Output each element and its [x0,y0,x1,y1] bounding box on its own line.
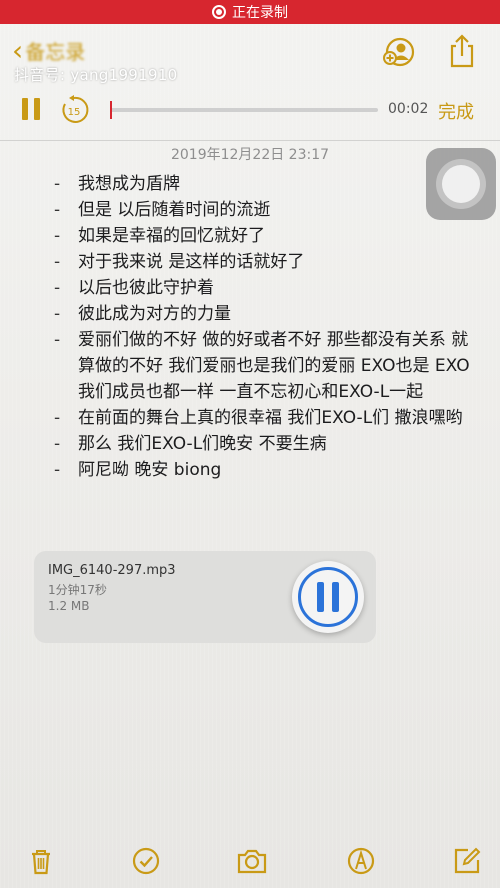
trash-icon [32,850,50,875]
progress-track[interactable] [110,108,378,112]
list-item[interactable]: - 如果是幸福的回忆就好了 [50,223,470,249]
markup-button[interactable] [346,846,376,876]
chevron-left-icon: ‹ [12,33,24,67]
list-item-text: 对于我来说 是这样的话就好了 [78,252,305,272]
attachment-filename: IMG_6140-297.mp3 [48,563,176,578]
list-item-text: 以后也彼此守护着 [78,278,214,298]
list-item-text: 那么 我们EXO-L们晚安 不要生病 [78,434,327,454]
list-item-text: 彼此成为对方的力量 [78,304,231,324]
navigation-bar: ‹ 备忘录 抖音号: yang1991910 [0,28,500,84]
markup-icon [347,847,375,875]
back-label: 备忘录 [25,40,86,64]
pause-button[interactable] [22,98,42,120]
skip-back-15-button[interactable]: 15 [58,94,90,126]
bottom-toolbar [0,838,500,888]
attachment-size: 1.2 MB [48,599,90,613]
compose-button[interactable] [452,846,482,876]
list-item[interactable]: - 以后也彼此守护着 [50,275,470,301]
recording-status-bar[interactable]: 正在录制 [0,0,500,24]
skip-seconds: 15 [68,107,81,118]
list-item-text: 阿尼呦 晚安 biong [78,460,222,480]
pause-bar [34,98,40,120]
back-button[interactable]: ‹ 备忘录 [12,36,85,65]
audio-attachment[interactable]: IMG_6140-297.mp3 1分钟17秒 1.2 MB [34,551,376,643]
note-date: 2019年12月22日 23:17 [170,147,330,163]
recording-player: 15 00:02 完成 [0,92,500,132]
list-item[interactable]: - 对于我来说 是这样的话就好了 [50,249,470,275]
elapsed-time: 00:02 [388,101,429,117]
playhead[interactable] [110,101,112,119]
camera-icon [237,849,267,874]
done-button[interactable]: 完成 [438,98,474,124]
pause-icon [298,567,358,627]
note-body[interactable]: - 我想成为盾牌 - 但是 以后随着时间的流逝 - 如果是幸福的回忆就好了 - 对于我来… [50,171,470,483]
camera-button[interactable] [236,846,267,876]
delete-button[interactable] [26,846,56,876]
attachment-pause-button[interactable] [292,561,364,633]
list-item-text: 在前面的舞台上真的很幸福 我们EXO-L们 撒浪嘿哟 [78,408,463,428]
checklist-icon [132,847,160,875]
list-item[interactable]: - 我想成为盾牌 [50,171,470,197]
compose-icon [454,847,481,874]
list-item[interactable]: - 阿尼呦 晚安 biong [50,457,470,483]
add-people-button[interactable] [382,36,416,68]
list-item[interactable]: - 彼此成为对方的力量 [50,301,470,327]
list-item-text: 但是 以后随着时间的流逝 [78,200,271,220]
skip-back-icon: 15 [62,95,89,123]
list-item[interactable]: - 但是 以后随着时间的流逝 [50,197,470,223]
list-item[interactable]: - 那么 我们EXO-L们晚安 不要生病 [50,431,470,457]
list-item[interactable]: - 爱丽们做的不好 做的好或者不好 那些都没有关系 就算做的不好 我们爱丽也是我们… [50,327,470,405]
share-button[interactable] [446,32,478,68]
pause-bar [22,98,28,120]
checklist-button[interactable] [131,846,161,876]
list-item-text: 爱丽们做的不好 做的好或者不好 那些都没有关系 就算做的不好 我们爱丽也是我们的… [78,330,470,402]
recording-icon [212,5,226,19]
list-item[interactable]: - 在前面的舞台上真的很幸福 我们EXO-L们 撒浪嘿哟 [50,405,470,431]
divider [0,140,500,141]
share-icon [450,34,474,68]
list-item-text: 如果是幸福的回忆就好了 [78,226,265,246]
watermark: 抖音号: yang1991910 [14,66,178,84]
add-person-icon [383,37,415,67]
attachment-duration: 1分钟17秒 [48,583,107,597]
list-item-text: 我想成为盾牌 [78,174,180,194]
recording-label: 正在录制 [232,5,288,21]
